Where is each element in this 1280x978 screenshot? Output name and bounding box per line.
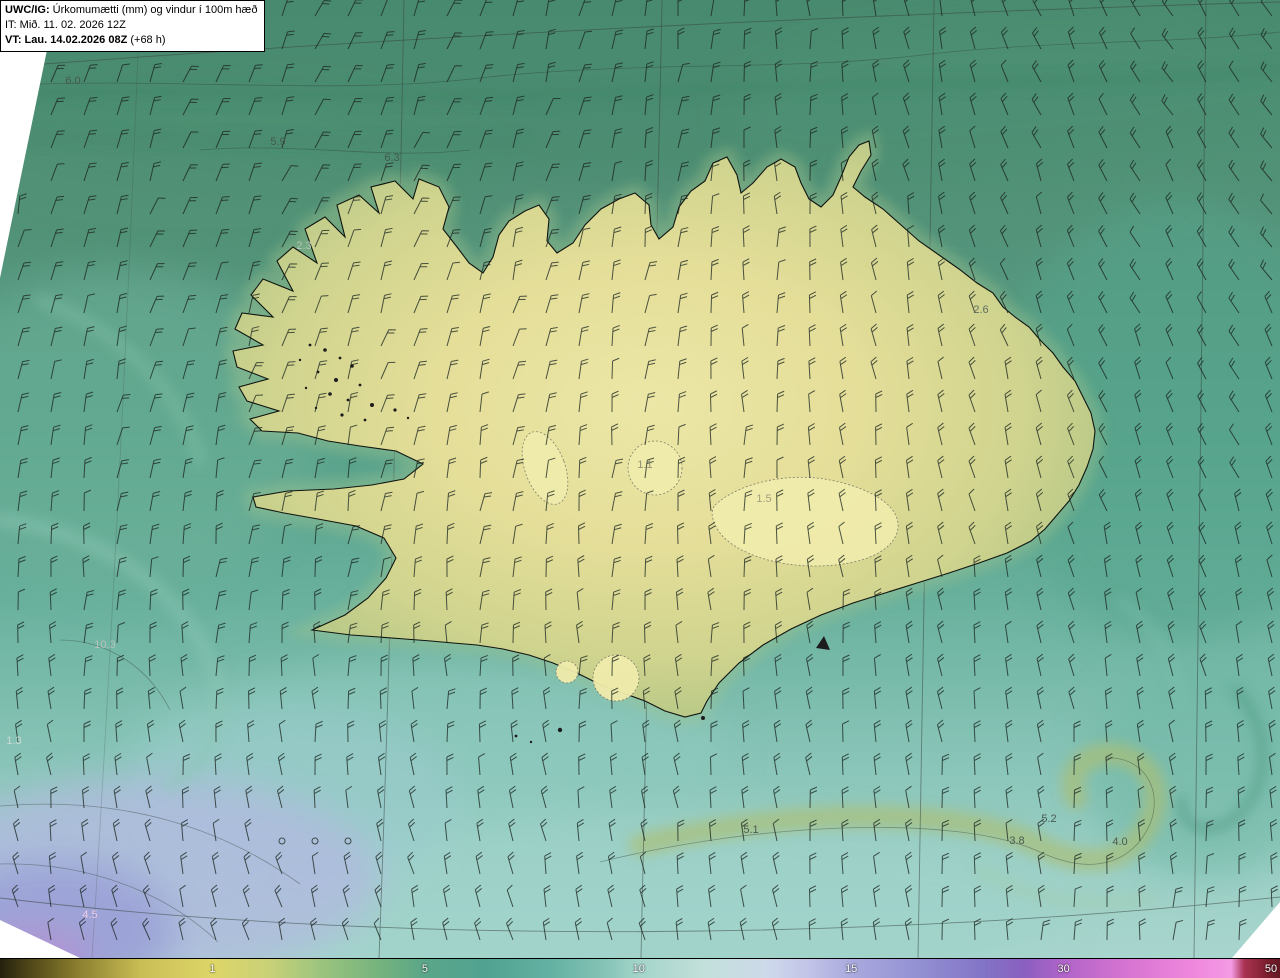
valid-time-line: VT: Lau. 14.02.2026 08Z (+68 h) <box>5 33 257 48</box>
contour-label: 3.8 <box>1009 835 1024 847</box>
contour-label: 2.6 <box>973 304 988 316</box>
colorbar-tick-label: 5 <box>421 962 429 975</box>
contour-label: 1.1 <box>637 459 652 471</box>
colorbar-tick-label: 30 <box>1057 962 1070 975</box>
contour-label: 10.3 <box>94 639 115 651</box>
init-time: IT: Mið. 11. 02. 2026 12Z <box>5 19 126 31</box>
contour-label: 4.0 <box>1112 836 1127 848</box>
colorbar-tick-label: 15 <box>845 962 858 975</box>
weather-map: 6.0 5.9 6.3 2.3 2.6 1.1 1.5 10.3 1.3 5.1 5.2 3.8 4.0… <box>0 0 1280 958</box>
contour-label: 1.5 <box>756 493 771 505</box>
contour-label: 1.3 <box>6 735 21 747</box>
model-info-box: UWC/IG: Úrkomumætti (mm) og vindur í 100… <box>0 0 266 52</box>
colorbar-tick-label: 10 <box>632 962 645 975</box>
contour-label: 5.9 <box>270 136 285 148</box>
colorbar: 1 5 10 15 30 50 <box>0 958 1280 978</box>
product-title-line: UWC/IG: Úrkomumætti (mm) og vindur í 100… <box>5 3 257 18</box>
colorbar-tick-label: 50 <box>1264 962 1278 975</box>
contour-label: 6.0 <box>65 75 80 87</box>
model-name: UWC/IG: <box>5 4 50 16</box>
contour-label: 5.1 <box>743 824 758 836</box>
weather-map-page: 6.0 5.9 6.3 2.3 2.6 1.1 1.5 10.3 1.3 5.1 5.2 3.8 4.0… <box>0 0 1280 978</box>
lead-time: (+68 h) <box>127 34 166 46</box>
colorbar-tick-label: 1 <box>209 962 216 975</box>
product-title: Úrkomumætti (mm) og vindur í 100m hæð <box>49 4 258 16</box>
contour-label: 6.3 <box>384 152 399 164</box>
contour-label: 5.2 <box>1041 813 1056 825</box>
valid-time: VT: Lau. 14.02.2026 08Z <box>5 34 128 46</box>
contour-label: 2.3 <box>296 240 311 252</box>
contour-label: 4.5 <box>82 909 97 921</box>
